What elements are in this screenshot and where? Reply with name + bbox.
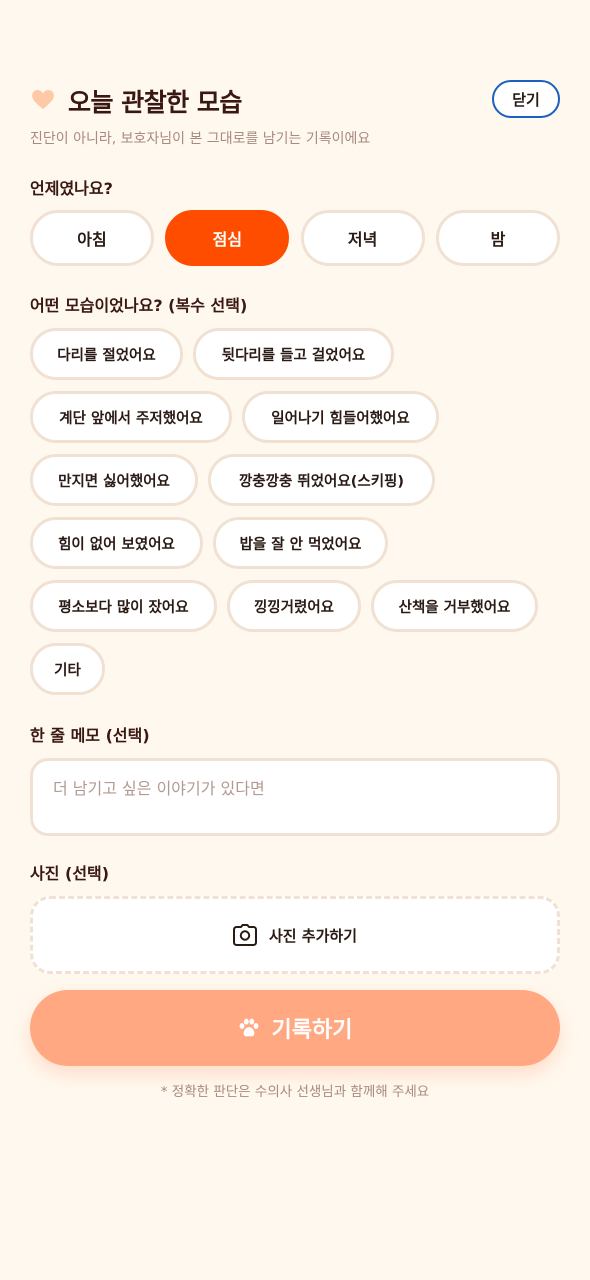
page-title: 오늘 관찰한 모습 (68, 88, 242, 117)
observation-chip[interactable]: 깡충깡충 뛰었어요(스키핑) (208, 454, 435, 506)
time-option-morning[interactable]: 아침 (30, 210, 154, 266)
memo-input[interactable]: 더 남기고 싶은 이야기가 있다면 (30, 758, 560, 836)
footer-note: * 정확한 판단은 수의사 선생님과 함께해 주세요 (160, 1084, 430, 1100)
add-photo-label: 사진 추가하기 (268, 926, 358, 945)
observation-chip[interactable]: 기타 (30, 643, 105, 695)
observation-section-label: 어떤 모습이었나요? (복수 선택) (30, 296, 248, 315)
observation-chip[interactable]: 만지면 싫어했어요 (30, 454, 198, 506)
observation-form-screen: 오늘 관찰한 모습 닫기 진단이 아니라, 보호자님이 본 그대로를 남기는 기… (0, 0, 590, 1280)
observation-chip[interactable]: 산책을 거부했어요 (371, 580, 538, 632)
submit-label: 기록하기 (271, 1018, 353, 1043)
camera-icon (232, 924, 257, 946)
header: 오늘 관찰한 모습 닫기 (30, 80, 560, 122)
observation-chip[interactable]: 일어나기 힘들어했어요 (242, 391, 439, 443)
close-button[interactable]: 닫기 (492, 80, 560, 118)
time-of-day-selector: 아침 점심 저녁 밤 (30, 210, 560, 268)
observation-chip[interactable]: 계단 앞에서 주저했어요 (30, 391, 232, 443)
observation-chip[interactable]: 다리를 절었어요 (30, 328, 183, 380)
time-option-evening[interactable]: 저녁 (300, 210, 425, 266)
submit-button[interactable]: 기록하기 (30, 990, 560, 1066)
heart-icon (32, 90, 54, 110)
observation-chip[interactable]: 힘이 없어 보였어요 (30, 517, 203, 569)
time-option-lunch[interactable]: 점심 (165, 210, 290, 266)
paw-icon (239, 1018, 258, 1037)
observation-chip[interactable]: 밥을 잘 안 먹었어요 (213, 517, 388, 569)
page-subtitle: 진단이 아니라, 보호자님이 본 그대로를 남기는 기록이에요 (30, 131, 371, 147)
add-photo-button[interactable]: 사진 추가하기 (30, 896, 560, 974)
memo-section-label: 한 줄 메모 (선택) (30, 726, 150, 745)
observation-chip[interactable]: 낑낑거렸어요 (227, 580, 361, 632)
time-option-night[interactable]: 밤 (435, 210, 560, 266)
photo-section-label: 사진 (선택) (30, 864, 110, 883)
observation-chip[interactable]: 뒷다리를 들고 걸었어요 (193, 328, 394, 380)
when-section-label: 언제였나요? (30, 179, 113, 198)
observation-chip[interactable]: 평소보다 많이 잤어요 (30, 580, 217, 632)
